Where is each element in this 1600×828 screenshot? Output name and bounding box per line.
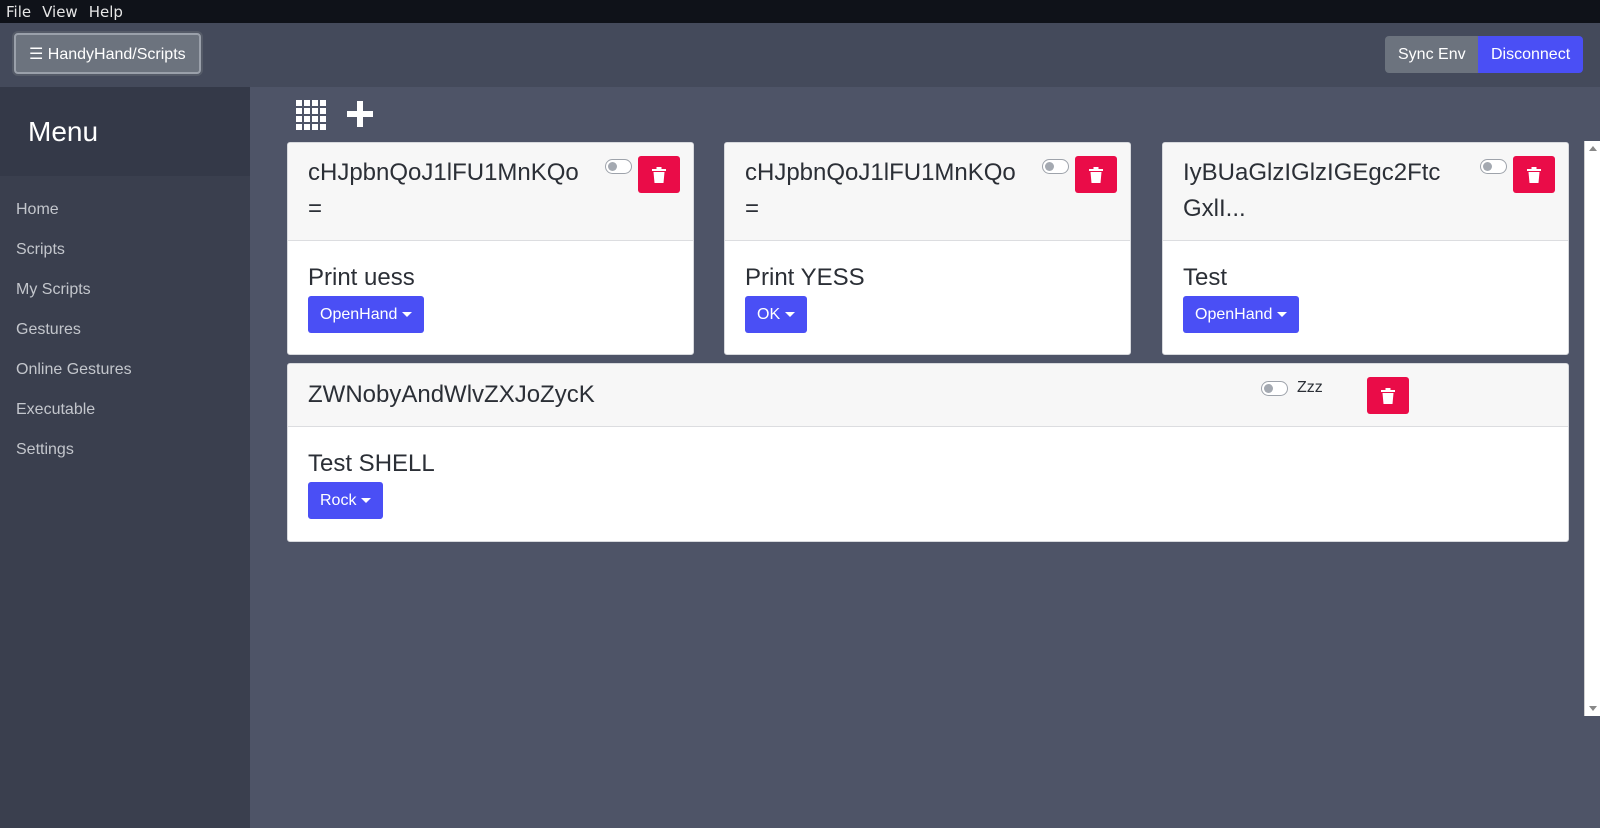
- card-header: IyBUaGlzIGlzIGEgc2FtcGxlI...: [1163, 143, 1568, 241]
- enable-toggle[interactable]: [605, 159, 632, 174]
- delete-button[interactable]: [1075, 156, 1117, 193]
- card-header: ZWNobyAndWlvZXJoZycK Zzz: [288, 364, 1568, 427]
- caret-down-icon: [1277, 312, 1288, 317]
- sidebar-item-my-scripts[interactable]: My Scripts: [0, 270, 250, 310]
- card-body: Print uess OpenHand: [288, 241, 693, 333]
- gesture-dropdown[interactable]: OpenHand: [1183, 296, 1300, 333]
- enable-toggle[interactable]: [1261, 381, 1288, 396]
- script-card: cHJpbnQoJ1lFU1MnKQo= Print uess OpenHand: [287, 142, 694, 355]
- sidebar-nav: Home Scripts My Scripts Gestures Online …: [0, 176, 250, 470]
- enable-toggle[interactable]: [1480, 159, 1507, 174]
- trash-icon: [1527, 166, 1541, 183]
- script-name: Print uess: [308, 264, 415, 291]
- scroll-down-icon[interactable]: [1589, 706, 1597, 711]
- card-header: cHJpbnQoJ1lFU1MnKQo=: [288, 143, 693, 241]
- sidebar-item-home[interactable]: Home: [0, 190, 250, 230]
- caret-down-icon: [361, 498, 372, 503]
- menu-help[interactable]: Help: [89, 3, 123, 21]
- delete-button[interactable]: [1513, 156, 1555, 193]
- card-body: Test SHELL Rock: [288, 427, 1568, 519]
- sidebar-title: Menu: [0, 87, 250, 176]
- top-navbar: ☰ HandyHand/Scripts Sync Env Disconnect: [0, 23, 1600, 87]
- toggle-label: Zzz: [1297, 379, 1323, 396]
- card-header: cHJpbnQoJ1lFU1MnKQo=: [725, 143, 1130, 241]
- gesture-dropdown[interactable]: OpenHand: [308, 296, 425, 333]
- menu-view[interactable]: View: [42, 3, 78, 21]
- sidebar: Menu Home Scripts My Scripts Gestures On…: [0, 87, 250, 828]
- vertical-scrollbar[interactable]: [1584, 141, 1600, 716]
- add-script-icon[interactable]: [346, 100, 374, 128]
- script-card: cHJpbnQoJ1lFU1MnKQo= Print YESS OK: [724, 142, 1131, 355]
- script-name: Test SHELL: [308, 450, 435, 477]
- sidebar-item-online-gestures[interactable]: Online Gestures: [0, 350, 250, 390]
- brand-menu-button[interactable]: ☰ HandyHand/Scripts: [14, 33, 201, 74]
- script-card: ZWNobyAndWlvZXJoZycK Zzz Test SHELL Rock: [287, 363, 1569, 542]
- sidebar-item-scripts[interactable]: Scripts: [0, 230, 250, 270]
- delete-button[interactable]: [638, 156, 680, 193]
- trash-icon: [1381, 387, 1395, 404]
- sidebar-item-settings[interactable]: Settings: [0, 430, 250, 470]
- script-name: Print YESS: [745, 264, 865, 291]
- sidebar-item-executable[interactable]: Executable: [0, 390, 250, 430]
- gesture-label: OpenHand: [320, 305, 398, 323]
- sync-env-button[interactable]: Sync Env: [1385, 36, 1479, 73]
- trash-icon: [652, 166, 666, 183]
- script-name: Test: [1183, 264, 1228, 291]
- caret-down-icon: [402, 312, 413, 317]
- menu-file[interactable]: File: [6, 3, 31, 21]
- card-body: Test OpenHand: [1163, 241, 1568, 333]
- grid-view-icon[interactable]: [296, 100, 326, 130]
- gesture-label: Rock: [320, 491, 357, 509]
- gesture-dropdown[interactable]: OK: [745, 296, 808, 333]
- enable-toggle[interactable]: [1042, 159, 1069, 174]
- gesture-label: OpenHand: [1195, 305, 1273, 323]
- sidebar-item-gestures[interactable]: Gestures: [0, 310, 250, 350]
- disconnect-button[interactable]: Disconnect: [1478, 36, 1584, 73]
- gesture-label: OK: [757, 305, 781, 323]
- card-body: Print YESS OK: [725, 241, 1130, 333]
- scroll-up-icon[interactable]: [1589, 146, 1597, 151]
- script-id: ZWNobyAndWlvZXJoZycK: [308, 381, 595, 408]
- caret-down-icon: [785, 312, 796, 317]
- trash-icon: [1089, 166, 1103, 183]
- script-card: IyBUaGlzIGlzIGEgc2FtcGxlI... Test OpenHa…: [1162, 142, 1569, 355]
- gesture-dropdown[interactable]: Rock: [308, 482, 384, 519]
- script-id: cHJpbnQoJ1lFU1MnKQo=: [745, 159, 1016, 222]
- script-id: cHJpbnQoJ1lFU1MnKQo=: [308, 159, 579, 222]
- delete-button[interactable]: [1367, 377, 1409, 414]
- script-id: IyBUaGlzIGlzIGEgc2FtcGxlI...: [1183, 159, 1441, 222]
- app-menubar: File View Help: [0, 0, 1600, 23]
